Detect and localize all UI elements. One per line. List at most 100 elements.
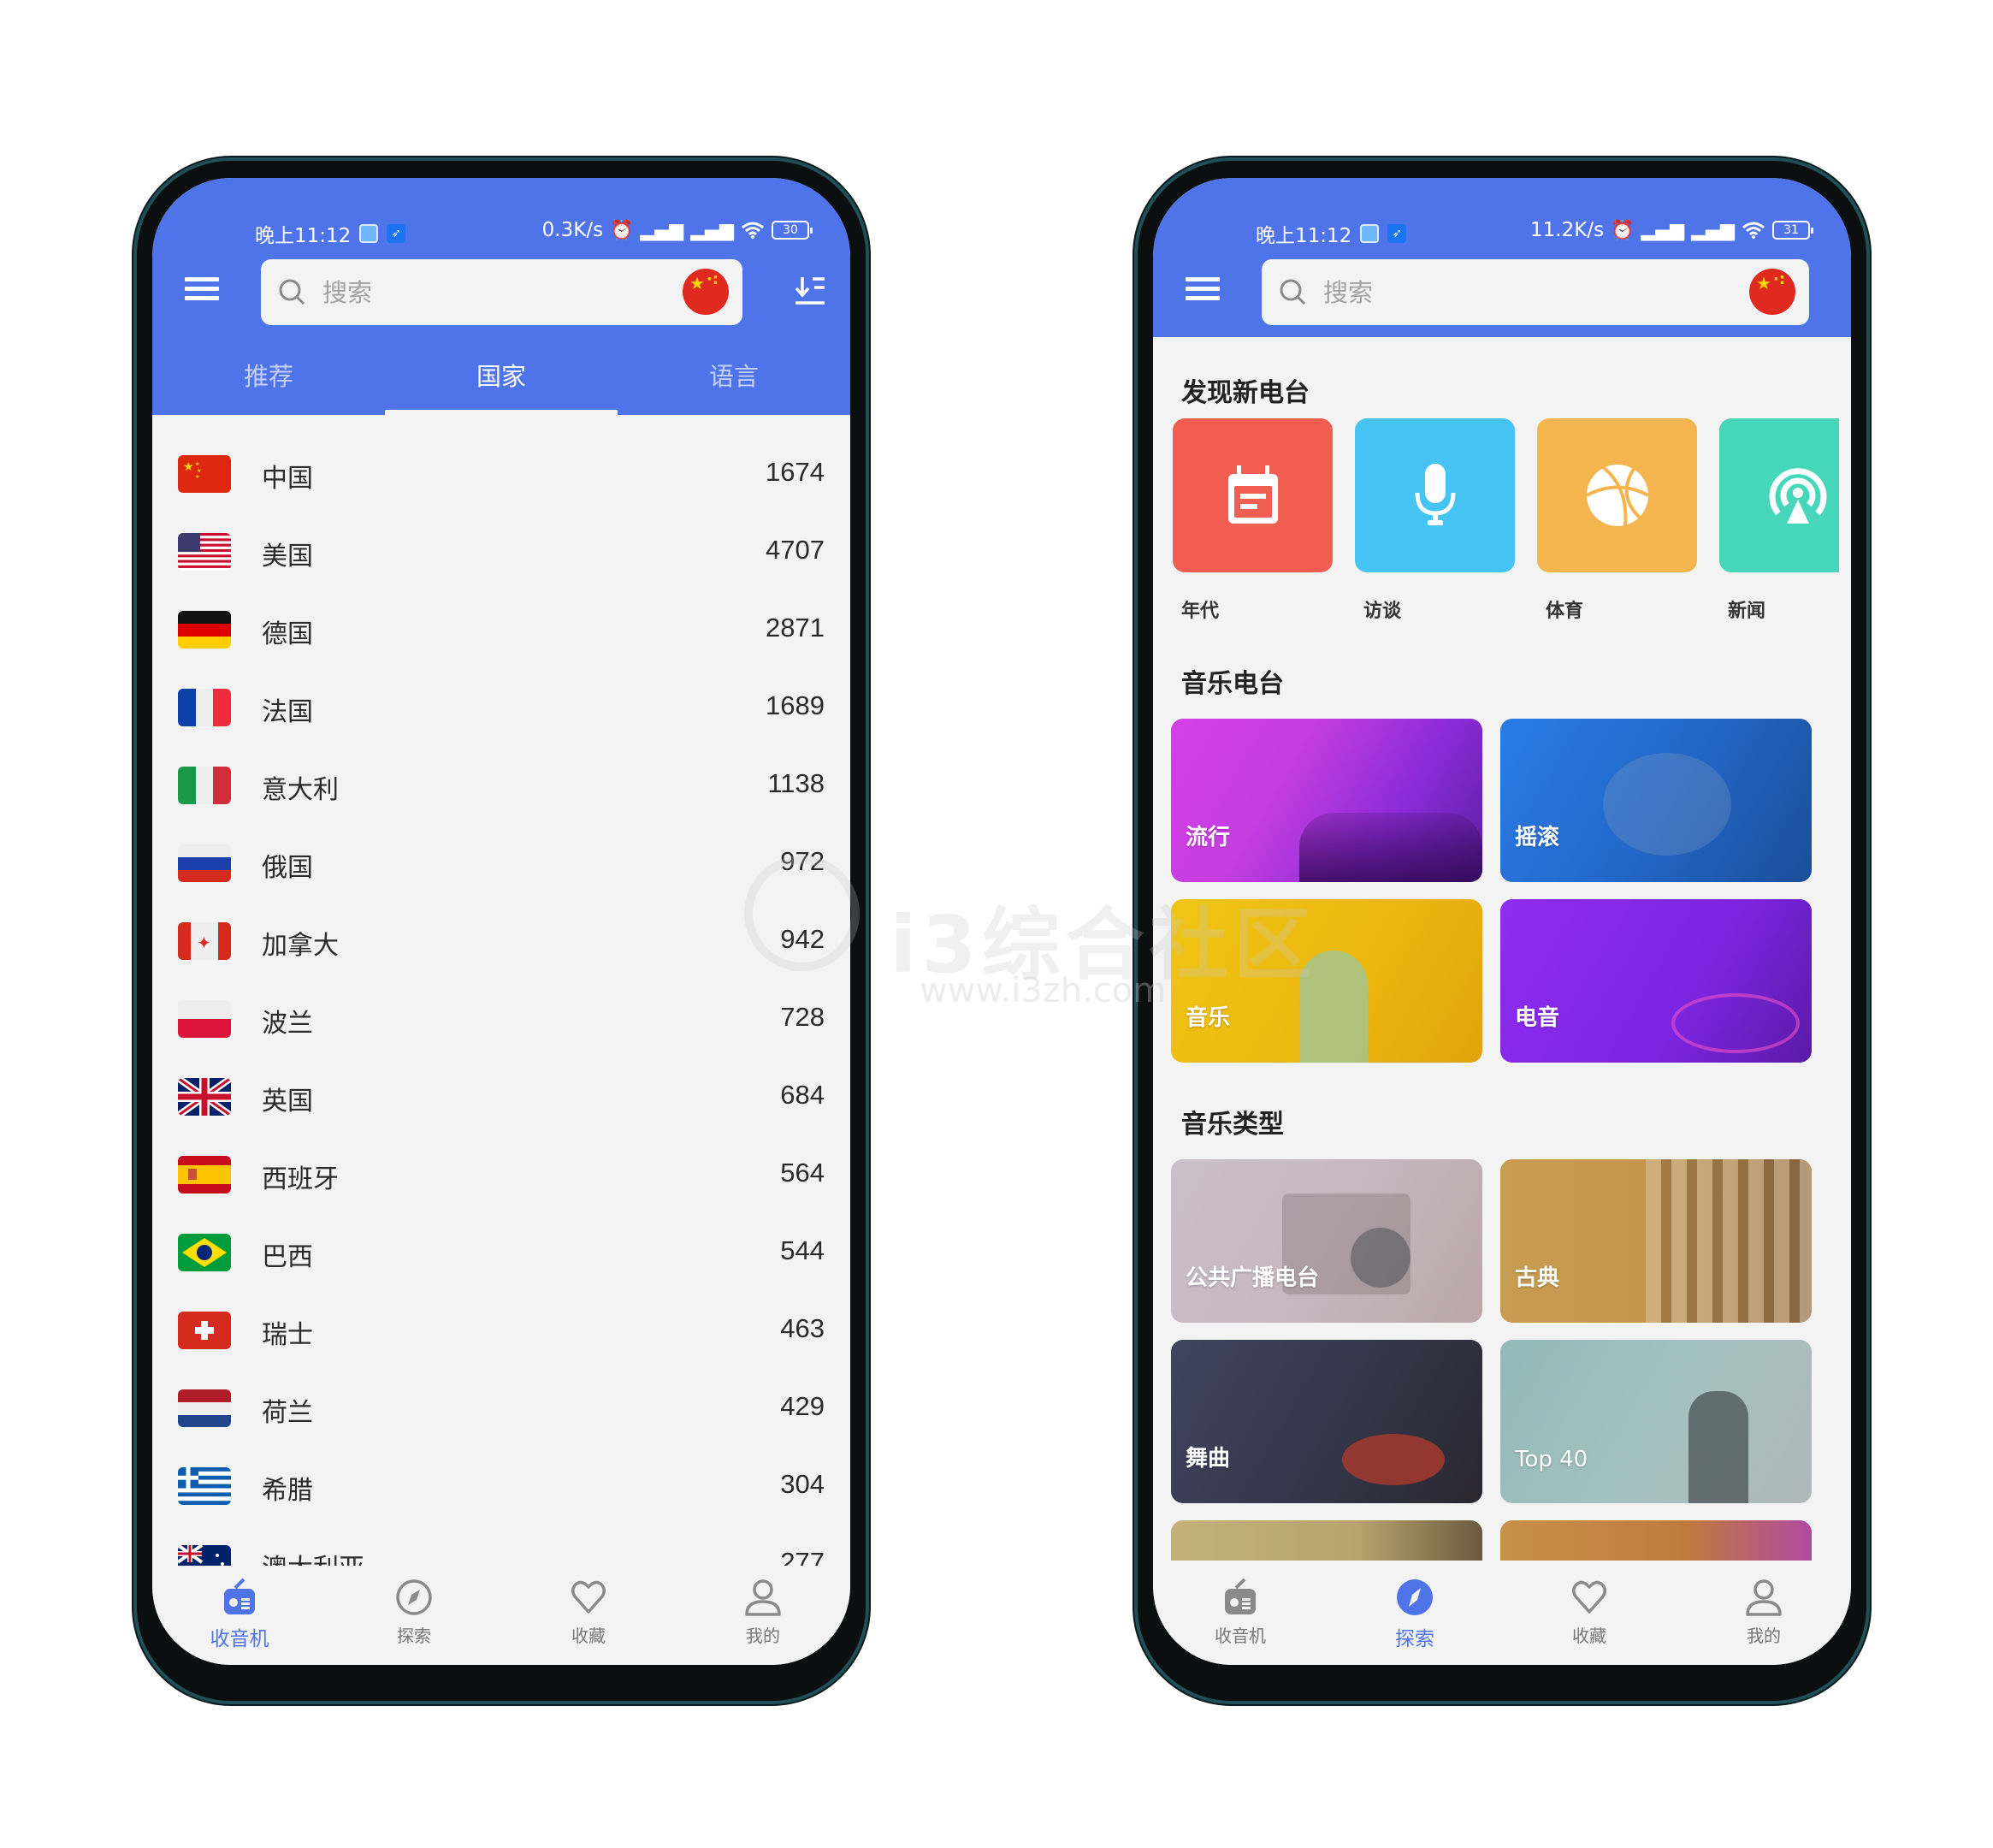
country-row[interactable]: 美国 4707 (152, 512, 850, 590)
status-time: 晚上11:12 (1256, 225, 1352, 247)
station-count: 1674 (766, 457, 825, 487)
type-card-partial[interactable] (1500, 1520, 1812, 1561)
country-name: 英国 (262, 1087, 313, 1116)
card-label: 音乐 (1186, 1005, 1231, 1031)
country-row[interactable]: ★ ★ ★ ★ 中国 1674 (152, 435, 850, 512)
hd-signal-icon: ▂▄▆ (1691, 219, 1735, 241)
search-bar[interactable] (1262, 259, 1809, 325)
country-row[interactable]: 波兰 728 (152, 980, 850, 1057)
discover-tile-sports[interactable] (1537, 418, 1697, 572)
country-list[interactable]: ★ ★ ★ ★ 中国 1674 美国 4707 德国 2871 法国 1689 意大利 1138 俄国 972… (152, 415, 850, 1566)
country-row[interactable]: 荷兰 429 (152, 1369, 850, 1447)
station-card-rock[interactable]: 摇滚 (1500, 719, 1812, 882)
radio-icon (1221, 1578, 1260, 1617)
country-name: 波兰 (262, 1009, 313, 1039)
type-card-classical[interactable]: 古典 (1500, 1159, 1812, 1323)
phone-frame-left: 晚上11:12 ➶ 0.3K/s ⏰ ▂▄▆ ▂▄▆ 30 搜索 ★ ·: 推荐… (137, 161, 866, 1701)
country-row[interactable]: 巴西 544 (152, 1213, 850, 1291)
menu-button[interactable] (185, 274, 222, 303)
nav-label: 收音机 (1215, 1626, 1266, 1646)
nav-label: 探索 (397, 1626, 431, 1646)
wifi-icon (742, 222, 764, 239)
explore-content[interactable]: 发现新电台 年代 访谈 体育 新闻 音乐电台 流行 摇滚 音乐 电音 音乐类型 … (1153, 337, 1851, 1561)
alarm-icon: ⏰ (610, 219, 634, 241)
status-bar: 晚上11:12 ➶ 0.3K/s ⏰ ▂▄▆ ▂▄▆ 30 (152, 216, 850, 250)
search-input[interactable] (322, 259, 612, 325)
nav-label: 我的 (1747, 1626, 1781, 1646)
flag-it-icon (178, 767, 231, 804)
nav-item-heart[interactable]: 收藏 (1502, 1566, 1677, 1665)
station-card-pop[interactable]: 流行 (1171, 719, 1482, 882)
bird-app-icon: ➶ (387, 224, 406, 243)
search-input[interactable] (1323, 259, 1652, 325)
nav-item-user[interactable]: 我的 (676, 1566, 850, 1665)
card-label: 流行 (1186, 825, 1231, 850)
station-card-electronic[interactable]: 电音 (1500, 899, 1812, 1063)
sort-descending-icon[interactable] (794, 274, 828, 308)
country-name: 澳大利亚 (262, 1547, 364, 1566)
bottom-nav: 收音机 探索 收藏 我的 (152, 1566, 850, 1665)
battery-icon: 31 (1772, 221, 1813, 240)
search-icon (1280, 279, 1306, 305)
svg-text:★: ★ (183, 460, 194, 474)
nav-label: 收藏 (571, 1626, 606, 1646)
discover-label: 访谈 (1363, 601, 1402, 622)
tab-recommended[interactable]: 推荐 (152, 358, 385, 415)
records-image (1646, 1159, 1812, 1323)
nav-item-radio[interactable]: 收音机 (1153, 1566, 1328, 1665)
nav-item-heart[interactable]: 收藏 (501, 1566, 676, 1665)
nav-item-radio[interactable]: 收音机 (152, 1566, 327, 1665)
station-count: 2871 (766, 613, 825, 643)
country-row[interactable]: ✦ 加拿大 942 (152, 902, 850, 980)
network-speed: 0.3K/s (541, 219, 604, 241)
tab-languages[interactable]: 语言 (618, 358, 850, 415)
station-count: 304 (780, 1469, 825, 1499)
country-row[interactable]: 澳大利亚 277 (152, 1525, 850, 1566)
country-row[interactable]: 德国 2871 (152, 590, 850, 668)
tab-bar: 推荐 国家 语言 (152, 358, 850, 415)
app-header: 晚上11:12 ➶ 11.2K/s ⏰ ▂▄▆ ▂▄▆ 31 (1153, 178, 1851, 337)
nav-item-user[interactable]: 我的 (1677, 1566, 1851, 1665)
type-card-top40[interactable]: Top 40 (1500, 1340, 1812, 1503)
card-label: 摇滚 (1515, 825, 1560, 850)
nav-item-compass[interactable]: 探索 (1328, 1566, 1502, 1665)
tab-countries[interactable]: 国家 (385, 358, 618, 415)
country-flag-button[interactable] (683, 269, 729, 315)
broadcast-icon (1769, 468, 1827, 524)
nav-label: 我的 (746, 1626, 780, 1646)
search-bar[interactable] (261, 259, 742, 325)
menu-button[interactable] (1186, 274, 1223, 303)
flag-nl-icon (178, 1389, 231, 1427)
hd-signal-icon: ▂▄▆ (640, 219, 684, 241)
station-card-music[interactable]: 音乐 (1171, 899, 1482, 1063)
type-card-dance[interactable]: 舞曲 (1171, 1340, 1482, 1503)
nav-label: 探索 (1395, 1628, 1434, 1650)
type-card-partial[interactable] (1171, 1520, 1482, 1561)
compass-icon (1395, 1578, 1434, 1617)
country-row[interactable]: 西班牙 564 (152, 1135, 850, 1213)
screen-explore: 晚上11:12 ➶ 11.2K/s ⏰ ▂▄▆ ▂▄▆ 31 搜索 ★ ·: 发… (1153, 178, 1851, 1665)
country-row[interactable]: 英国 684 (152, 1057, 850, 1135)
country-flag-button[interactable] (1749, 269, 1795, 315)
discover-tile-talk[interactable] (1355, 418, 1515, 572)
discover-tile-news[interactable] (1719, 418, 1839, 572)
dancer-image (1299, 951, 1368, 1063)
status-bar: 晚上11:12 ➶ 11.2K/s ⏰ ▂▄▆ ▂▄▆ 31 (1153, 216, 1851, 250)
country-row[interactable]: 瑞士 463 (152, 1291, 850, 1369)
flag-gr-icon (178, 1467, 231, 1505)
country-row[interactable]: 意大利 1138 (152, 746, 850, 824)
country-row[interactable]: 俄国 972 (152, 824, 850, 902)
country-name: 加拿大 (262, 931, 339, 961)
station-count: 972 (780, 846, 825, 876)
country-row[interactable]: 法国 1689 (152, 668, 850, 746)
discover-tile-decades[interactable] (1173, 418, 1333, 572)
country-name: 瑞士 (262, 1320, 313, 1350)
type-card-public-radio[interactable]: 公共广播电台 (1171, 1159, 1482, 1323)
phone-frame-right: 晚上11:12 ➶ 11.2K/s ⏰ ▂▄▆ ▂▄▆ 31 搜索 ★ ·: 发… (1138, 161, 1866, 1701)
nav-item-compass[interactable]: 探索 (327, 1566, 501, 1665)
section-title-discover: 发现新电台 (1181, 378, 1310, 408)
card-label: 古典 (1515, 1265, 1560, 1291)
hd-signal-icon: ▂▄▆ (690, 219, 734, 241)
svg-text:★: ★ (195, 474, 199, 480)
country-row[interactable]: 希腊 304 (152, 1447, 850, 1525)
